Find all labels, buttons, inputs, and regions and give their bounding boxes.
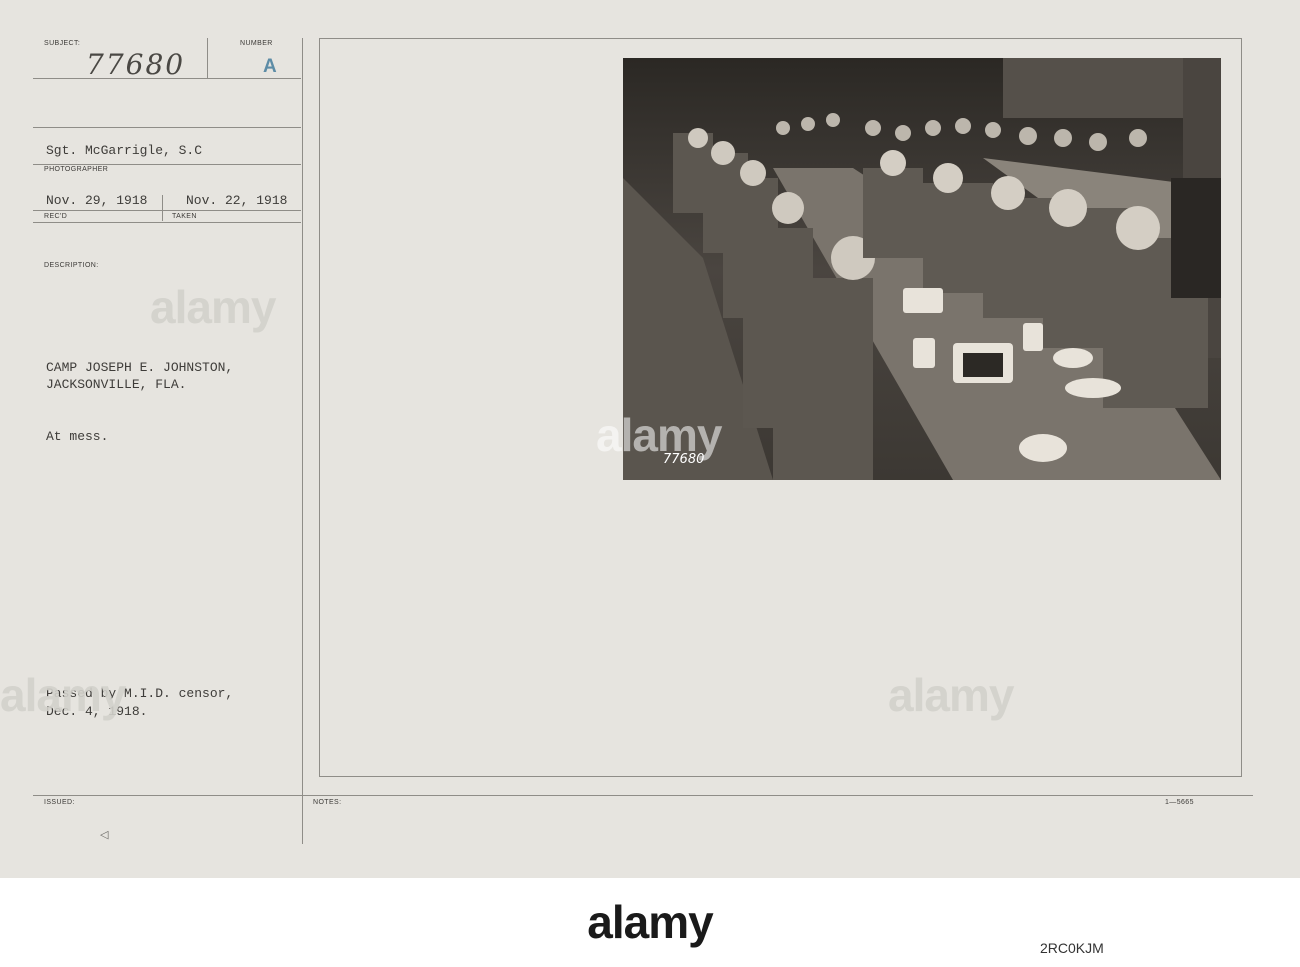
watermark-logo: alamy <box>596 409 722 461</box>
description-rule <box>33 222 301 223</box>
notes-label: NOTES: <box>313 799 342 806</box>
taken-date: Nov. 22, 1918 <box>186 193 288 208</box>
photo-frame-bottom <box>319 776 1242 777</box>
subject-label: SUBJECT: <box>44 40 81 47</box>
description-caption: At mess. <box>46 429 109 444</box>
footer-logo: alamy <box>587 896 713 948</box>
number-stamp: A <box>263 56 277 77</box>
watermark-logo: alamy <box>888 669 1014 721</box>
photo-frame-right <box>1241 38 1242 776</box>
watermark-logo: alamy <box>150 281 276 333</box>
number-label: NUMBER <box>240 40 273 47</box>
issued-label: ISSUED: <box>44 799 75 806</box>
photo-frame-top <box>319 38 1242 39</box>
description-label: DESCRIPTION: <box>44 262 99 269</box>
photographer-underline <box>33 164 301 165</box>
photographer-name: Sgt. McGarrigle, S.C <box>46 143 203 158</box>
received-date: Nov. 29, 1918 <box>46 193 148 208</box>
left-column-divider <box>302 38 303 844</box>
dates-underline <box>33 210 301 211</box>
subject-divider <box>207 38 208 78</box>
footer-image-id: 2RC0KJM <box>1040 940 1104 956</box>
issued-rule <box>33 795 1253 796</box>
form-number: 1—5665 <box>1165 799 1194 806</box>
photo-record-card: SUBJECT: 77680 NUMBER A Sgt. McGarrigle,… <box>0 0 1300 878</box>
photo-frame-left <box>319 38 320 776</box>
photographer-label: PHOTOGRAPHER <box>44 166 109 173</box>
dates-divider <box>162 195 163 221</box>
photographer-rule <box>33 127 301 128</box>
taken-label: TAKEN <box>172 213 197 220</box>
description-city: JACKSONVILLE, FLA. <box>46 377 187 392</box>
watermark-logo: alamy <box>0 669 126 721</box>
subject-number: 77680 <box>86 48 186 81</box>
received-label: REC'D <box>44 213 68 220</box>
description-location: CAMP JOSEPH E. JOHNSTON, <box>46 360 234 375</box>
issued-mark: ◁ <box>100 828 109 841</box>
